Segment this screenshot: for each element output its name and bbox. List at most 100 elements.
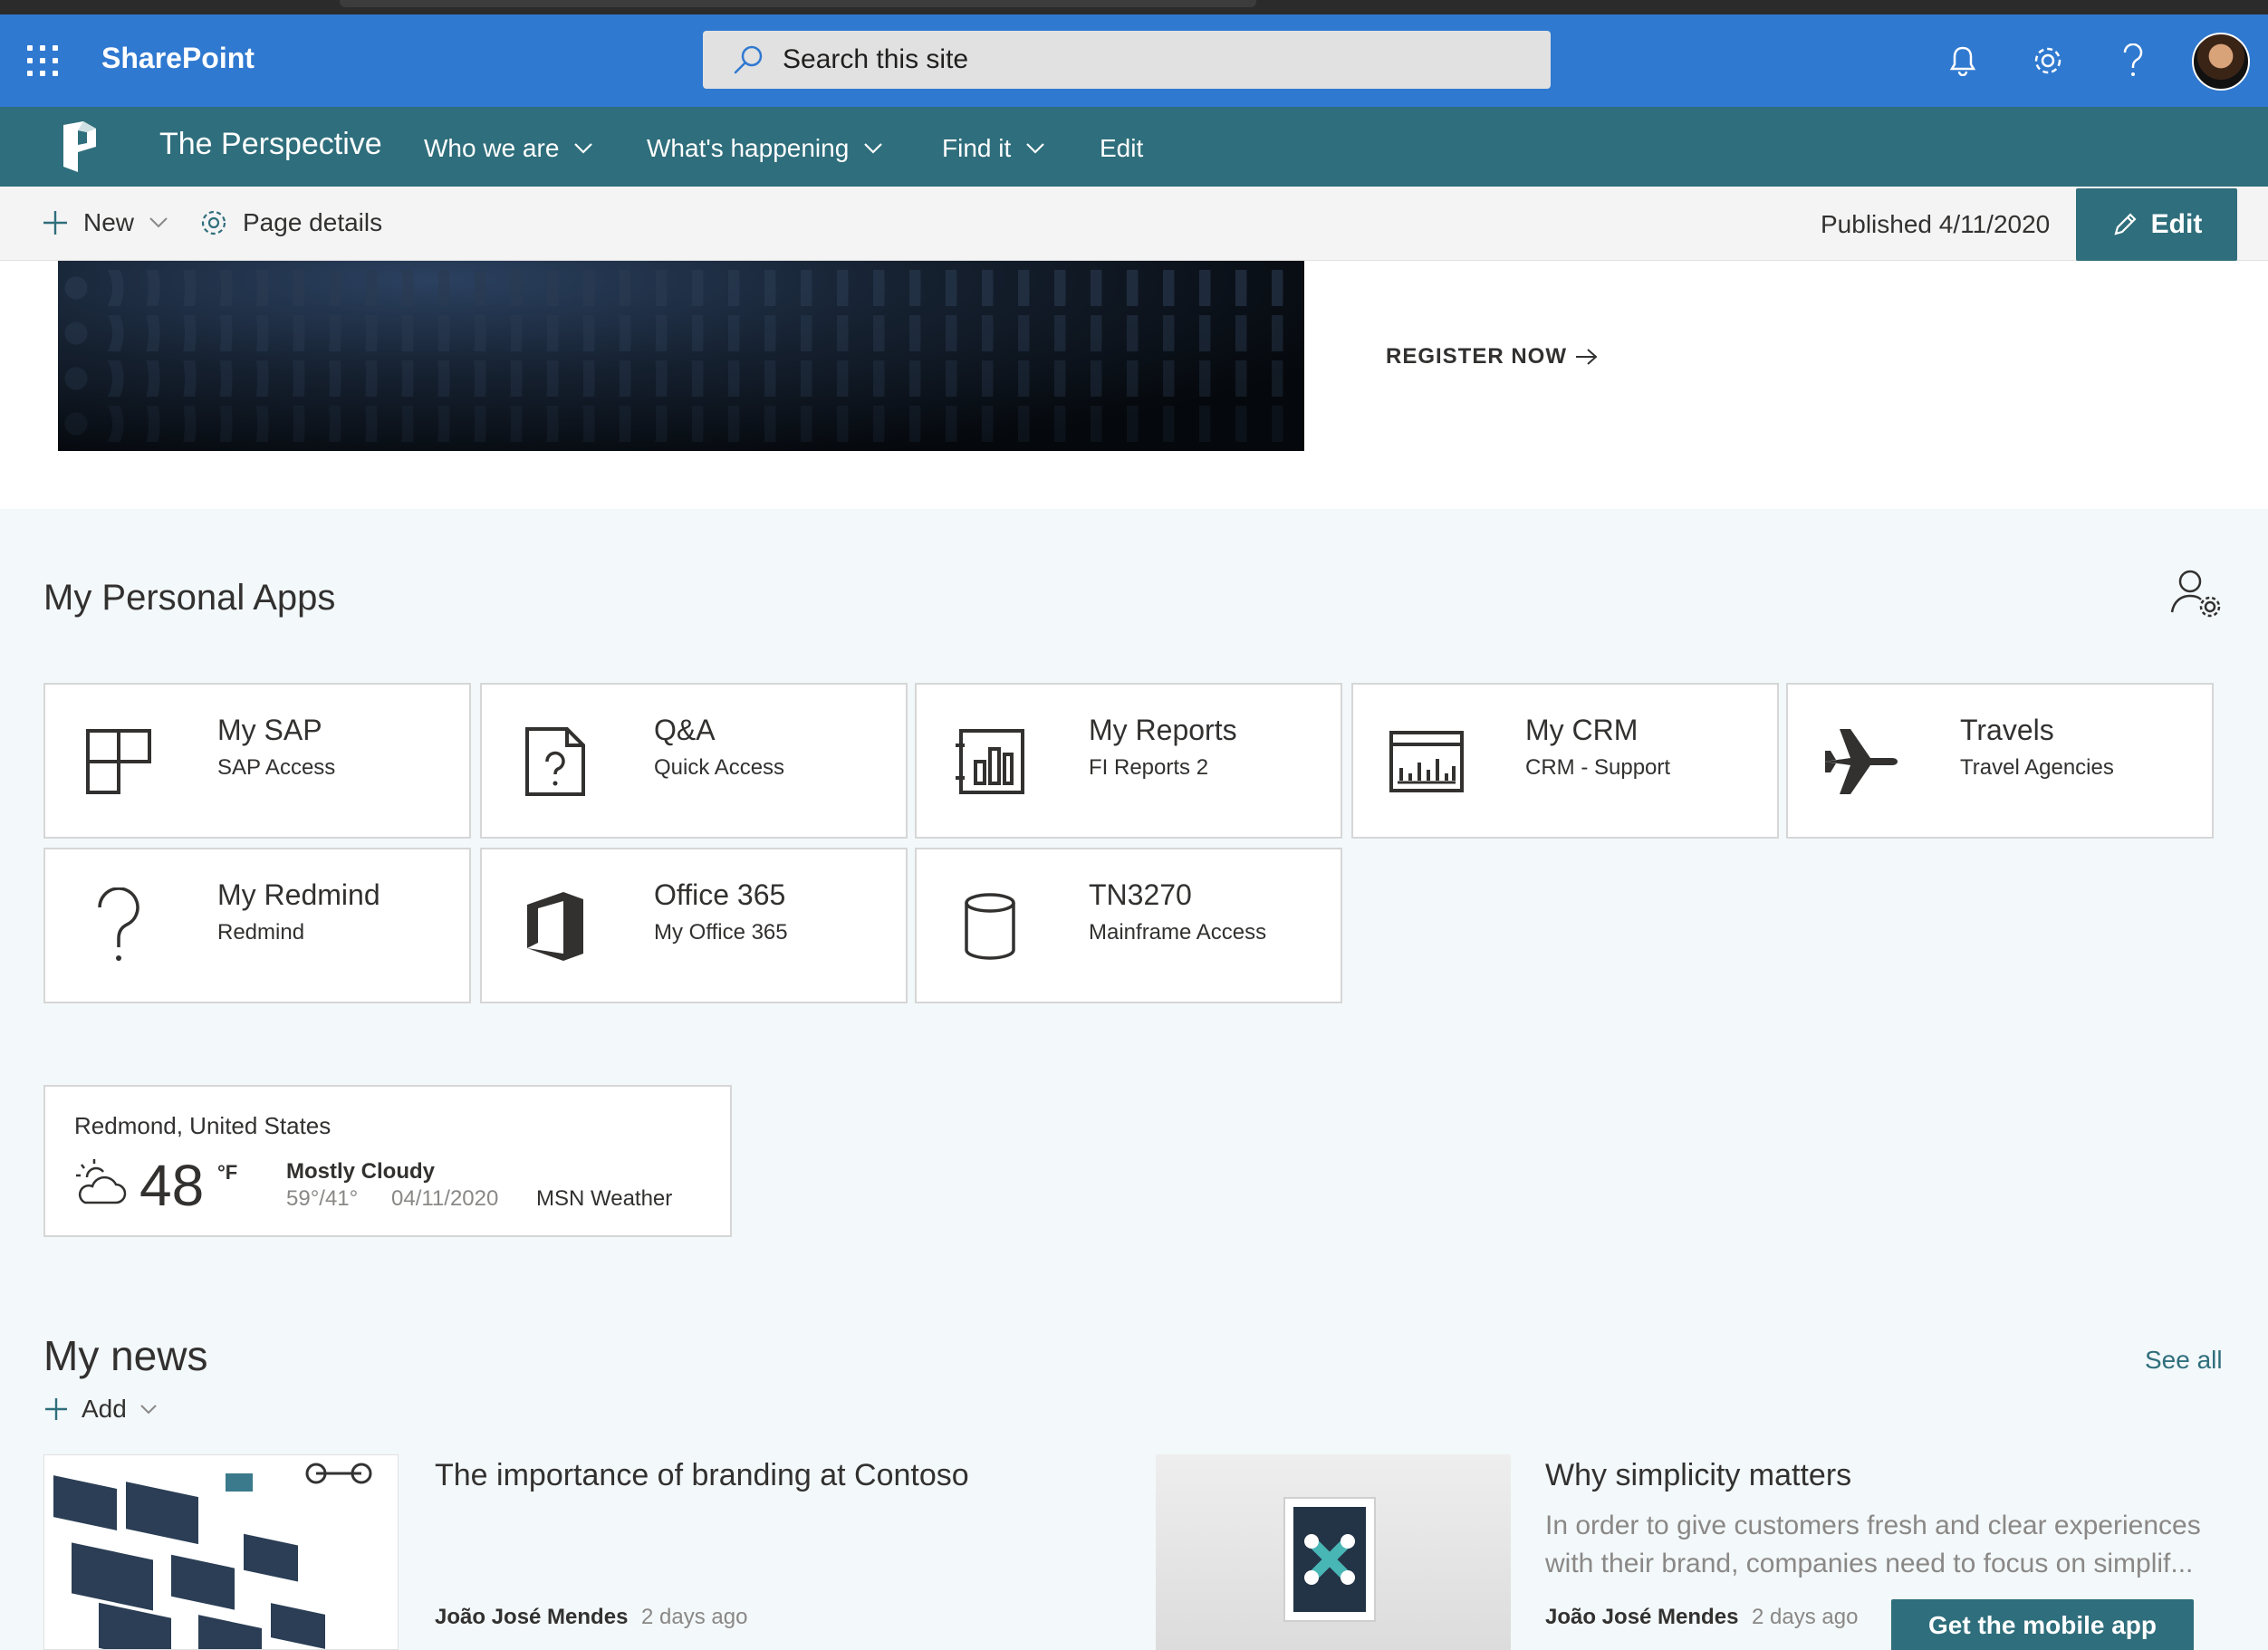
chart-icon (1386, 721, 1467, 802)
news-title: My news (43, 1332, 208, 1379)
weather-high-low: 59°/41° (286, 1186, 359, 1211)
notifications-icon[interactable] (1942, 40, 1984, 82)
weather-condition: Mostly Cloudy (286, 1159, 436, 1184)
tile-title: My CRM (1525, 714, 1639, 746)
user-avatar[interactable] (2192, 33, 2250, 91)
chevron-down-icon (140, 1405, 157, 1415)
browser-tab[interactable] (340, 0, 1256, 7)
app-tile-tn3270[interactable]: TN3270 Mainframe Access (915, 848, 1342, 1003)
weather-date: 04/11/2020 (391, 1186, 499, 1211)
app-tile-office-365[interactable]: Office 365 My Office 365 (480, 848, 908, 1003)
news-thumbnail[interactable] (43, 1454, 399, 1650)
settings-gear-icon[interactable] (2027, 40, 2069, 82)
weather-unit: °F (217, 1161, 238, 1184)
add-label: Add (82, 1395, 127, 1423)
nav-label: Find it (942, 134, 1012, 162)
airplane-icon (1821, 721, 1902, 802)
tile-title: Q&A (654, 714, 716, 746)
register-label: REGISTER NOW (1386, 344, 1568, 369)
tile-subtitle: Quick Access (654, 755, 785, 780)
hero-section: REGISTER NOW (0, 261, 2268, 509)
search-box[interactable]: Search this site (703, 31, 1551, 89)
hero-image[interactable] (58, 261, 1304, 451)
page-details-label: Page details (243, 208, 383, 236)
app-launcher-icon[interactable] (27, 45, 58, 76)
nav-label: Who we are (424, 134, 560, 162)
app-tile-travels[interactable]: Travels Travel Agencies (1786, 683, 2214, 839)
report-icon (949, 721, 1031, 802)
tile-subtitle: Mainframe Access (1089, 920, 1267, 945)
gear-icon (201, 210, 226, 235)
see-all-link[interactable]: See all (2145, 1346, 2223, 1375)
chevron-down-icon (864, 143, 883, 154)
tile-subtitle: SAP Access (217, 755, 336, 780)
new-label: New (83, 208, 135, 236)
app-tile-my-reports[interactable]: My Reports FI Reports 2 (915, 683, 1342, 839)
weather-card[interactable]: Redmond, United States 48 °F Mostly Clou… (43, 1085, 732, 1237)
search-input[interactable]: Search this site (783, 44, 968, 75)
news-item-title[interactable]: Why simplicity matters (1545, 1458, 1851, 1493)
app-tile-my-sap[interactable]: My SAP SAP Access (43, 683, 471, 839)
arrow-right-icon (1576, 349, 1598, 365)
tile-title: TN3270 (1089, 878, 1192, 911)
page-details-button[interactable]: Page details (199, 208, 382, 237)
edit-page-button[interactable]: Edit (2076, 188, 2237, 261)
tile-subtitle: CRM - Support (1525, 755, 1671, 780)
nav-whats-happening[interactable]: What's happening (647, 134, 883, 163)
chevron-down-icon (1026, 143, 1045, 154)
user-settings-icon[interactable] (2168, 565, 2225, 621)
office-icon (514, 886, 596, 967)
browser-tab-strip (0, 0, 2268, 14)
weather-location: Redmond, United States (74, 1112, 332, 1139)
database-icon (949, 886, 1031, 967)
hub-navigation: The Perspective Who we are What's happen… (0, 107, 2268, 187)
personal-apps-title: My Personal Apps (43, 578, 336, 618)
nav-who-we-are[interactable]: Who we are (424, 134, 593, 163)
app-tile-my-redmind[interactable]: My Redmind Redmind (43, 848, 471, 1003)
tile-title: My Reports (1089, 714, 1237, 746)
site-logo-icon[interactable] (56, 120, 105, 174)
register-now-link[interactable]: REGISTER NOW (1386, 344, 1600, 369)
plus-icon (43, 211, 67, 235)
get-mobile-app-button[interactable]: Get the mobile app (1891, 1599, 2194, 1650)
news-item-time: 2 days ago (1752, 1605, 1859, 1629)
news-thumbnail[interactable] (1156, 1454, 1511, 1650)
tile-subtitle: FI Reports 2 (1089, 755, 1209, 780)
nav-label: What's happening (647, 134, 850, 162)
nav-edit[interactable]: Edit (1100, 134, 1143, 163)
plus-icon (45, 1398, 67, 1420)
news-item-time: 2 days ago (641, 1605, 748, 1629)
add-news-button[interactable]: Add (43, 1395, 158, 1424)
chevron-down-icon (574, 143, 593, 154)
app-tile-my-crm[interactable]: My CRM CRM - Support (1351, 683, 1779, 839)
search-icon (734, 45, 763, 74)
weather-temperature: 48 (139, 1153, 205, 1218)
question-icon (78, 886, 159, 967)
document-question-icon (514, 721, 596, 802)
grid-icon (78, 721, 159, 802)
app-tile-qa[interactable]: Q&A Quick Access (480, 683, 908, 839)
tile-subtitle: My Office 365 (654, 920, 788, 945)
nav-find-it[interactable]: Find it (942, 134, 1045, 163)
tile-title: Office 365 (654, 878, 786, 911)
tile-subtitle: Travel Agencies (1960, 755, 2114, 780)
news-item-author[interactable]: João José Mendes (1545, 1605, 1738, 1630)
help-icon[interactable] (2112, 40, 2154, 82)
suite-brand[interactable]: SharePoint (101, 42, 255, 75)
news-item-description: In order to give customers fresh and cle… (1545, 1511, 2201, 1578)
tile-subtitle: Redmind (217, 920, 305, 945)
tile-title: My SAP (217, 714, 322, 746)
published-status: Published 4/11/2020 (1821, 210, 2051, 238)
news-item-author[interactable]: João José Mendes (435, 1605, 628, 1630)
news-item-title[interactable]: The importance of branding at Contoso (435, 1458, 969, 1493)
partly-cloudy-icon (76, 1159, 127, 1204)
tile-title: My Redmind (217, 878, 380, 911)
pencil-icon (2114, 213, 2137, 235)
tile-title: Travels (1960, 714, 2054, 746)
chevron-down-icon (149, 217, 168, 228)
new-button[interactable]: New (42, 208, 168, 237)
edit-label: Edit (2150, 209, 2203, 239)
suite-bar: SharePoint Search this site (0, 14, 2268, 107)
site-title[interactable]: The Perspective (159, 127, 382, 162)
nav-label: Edit (1100, 134, 1144, 162)
